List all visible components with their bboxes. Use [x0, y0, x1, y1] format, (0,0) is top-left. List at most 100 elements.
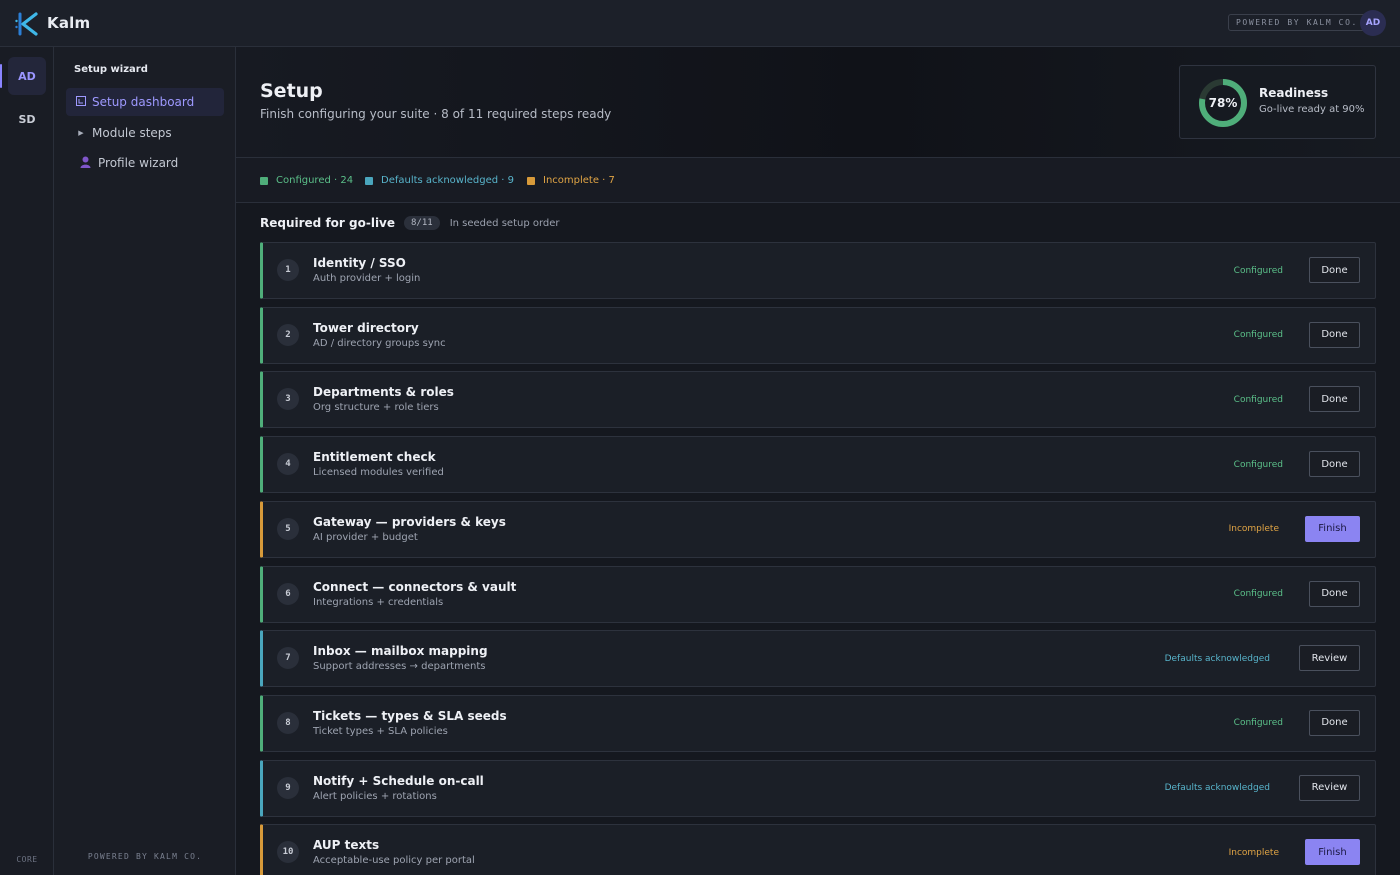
step-subtitle: AI provider + budget — [313, 531, 418, 543]
step-row[interactable]: 9 Notify + Schedule on-call Alert policies… — [260, 759, 1376, 817]
sidebar-item-module-steps[interactable]: ▶ Module steps — [66, 119, 224, 147]
legend-label: Defaults acknowledged · 9 — [381, 175, 515, 186]
step-number: 6 — [277, 582, 299, 605]
step-subtitle: Licensed modules verified — [313, 467, 444, 479]
step-title: Entitlement check — [313, 450, 436, 465]
section-note: In seeded setup order — [449, 217, 560, 229]
step-subtitle: Auth provider + login — [313, 273, 421, 284]
step-subtitle: Alert policies + rotations — [313, 790, 437, 802]
step-finish-button[interactable]: Finish — [1305, 515, 1360, 542]
step-title: Tickets — types & SLA seeds — [313, 708, 507, 723]
step-title: Gateway — providers & keys — [313, 514, 506, 529]
sidebar-item-profile-wizard[interactable]: Profile wizard — [66, 149, 224, 177]
step-row[interactable]: 3 Departments & roles Org structure + role… — [260, 371, 1376, 429]
step-number: 3 — [277, 388, 299, 411]
sidebar: Setup wizard Setup dashboard ▶ Module st… — [54, 47, 236, 875]
step-row[interactable]: 8 Tickets — types & SLA seeds Ticket types… — [260, 694, 1376, 752]
step-done-button[interactable]: Done — [1309, 257, 1360, 283]
legend-defaults: Defaults acknowledged · 9 — [365, 158, 514, 203]
step-status: Configured — [1233, 589, 1283, 599]
top-bar: Kalm POWERED BY KALM CO. AD — [0, 0, 1400, 47]
legend-incomplete: Incomplete · 7 — [527, 158, 615, 203]
legend-swatch — [365, 176, 373, 185]
step-done-button[interactable]: Done — [1309, 451, 1360, 478]
kalm-logo-icon[interactable] — [14, 12, 40, 36]
step-subtitle: Integrations + credentials — [313, 596, 444, 608]
step-row[interactable]: 2 Tower directory AD / directory groups sy… — [260, 306, 1376, 364]
step-subtitle: AD / directory groups sync — [313, 337, 446, 349]
rail-item-sd[interactable]: SD — [8, 100, 46, 138]
step-review-button[interactable]: Review — [1299, 645, 1360, 672]
step-title: Inbox — mailbox mapping — [313, 644, 488, 659]
step-status: Configured — [1233, 330, 1283, 341]
app-rail: AD SD CORE — [0, 47, 54, 875]
step-number: 5 — [277, 517, 299, 540]
readiness-card: 78% Readiness Go-live ready at 90% — [1179, 65, 1376, 139]
user-avatar[interactable]: AD — [1360, 10, 1386, 36]
caret-right-icon: ▶ — [78, 129, 84, 137]
readiness-title: Readiness — [1259, 86, 1329, 100]
step-number: 8 — [277, 711, 299, 734]
rail-item-ad[interactable]: AD — [8, 57, 46, 95]
step-row[interactable]: 10 AUP texts Acceptable-use policy per por… — [260, 824, 1376, 875]
step-title: AUP texts — [313, 838, 380, 853]
sidebar-item-label: Profile wizard — [98, 156, 179, 170]
step-title: Identity / SSO — [313, 256, 406, 270]
section-header: Required for go-live 8/11 In seeded setu… — [260, 216, 560, 230]
step-subtitle: Ticket types + SLA policies — [313, 725, 448, 737]
legend-label: Configured · 24 — [276, 175, 354, 186]
legend-swatch — [527, 176, 535, 185]
step-subtitle: Support addresses → departments — [313, 661, 486, 673]
step-number: 9 — [277, 776, 299, 799]
required-steps-section: Required for go-live 8/11 In seeded setu… — [236, 203, 1400, 875]
step-done-button[interactable]: Done — [1309, 386, 1360, 413]
step-subtitle: Acceptable-use policy per portal — [313, 855, 475, 867]
step-row[interactable]: 7 Inbox — mailbox mapping Support addresse… — [260, 630, 1376, 688]
legend-label: Incomplete · 7 — [543, 175, 615, 186]
sidebar-item-label: Setup dashboard — [92, 95, 195, 109]
user-icon — [76, 156, 94, 171]
step-done-button[interactable]: Done — [1309, 709, 1360, 736]
step-row[interactable]: 5 Gateway — providers & keys AI provider +… — [260, 500, 1376, 558]
page-header: Setup Finish configuring your suite · 8 … — [236, 47, 1400, 158]
status-legend: Configured · 24 Defaults acknowledged · … — [236, 158, 1400, 203]
step-title: Tower directory — [313, 320, 419, 335]
step-number: 10 — [277, 841, 299, 864]
step-status: Configured — [1233, 394, 1283, 405]
step-status: Incomplete — [1228, 847, 1279, 858]
step-title: Connect — connectors & vault — [313, 579, 517, 594]
rail-active-indicator — [0, 64, 2, 88]
page-title: Setup — [260, 80, 323, 102]
step-row[interactable]: 1 Identity / SSO Auth provider + login Conf… — [260, 242, 1376, 299]
step-subtitle: Org structure + role tiers — [313, 402, 439, 414]
rail-footer: CORE — [16, 855, 38, 864]
step-number: 1 — [277, 259, 299, 281]
legend-configured: Configured · 24 — [260, 158, 353, 203]
step-review-button[interactable]: Review — [1299, 774, 1360, 801]
app-brand[interactable]: Kalm — [47, 14, 90, 32]
step-finish-button[interactable]: Finish — [1305, 839, 1360, 866]
step-status: Incomplete — [1228, 524, 1279, 535]
sidebar-item-label: Module steps — [92, 126, 172, 140]
step-row[interactable]: 4 Entitlement check Licensed modules verif… — [260, 436, 1376, 494]
readiness-percent: 78% — [1208, 96, 1238, 110]
dashboard-icon — [72, 95, 90, 109]
step-status: Defaults acknowledged — [1164, 783, 1270, 794]
main-content: Setup Finish configuring your suite · 8 … — [236, 47, 1400, 875]
step-status: Configured — [1233, 459, 1283, 470]
step-done-button[interactable]: Done — [1309, 321, 1360, 348]
step-status: Configured — [1233, 718, 1283, 729]
section-title: Required for go-live — [260, 216, 396, 230]
step-title: Departments & roles — [313, 385, 454, 400]
step-status: Configured — [1233, 265, 1283, 276]
sidebar-item-setup-dashboard[interactable]: Setup dashboard — [66, 88, 224, 116]
section-progress-badge: 8/11 — [404, 216, 440, 230]
step-number: 4 — [277, 453, 299, 476]
step-title: Notify + Schedule on-call — [313, 773, 484, 788]
step-number: 2 — [277, 323, 299, 346]
legend-swatch — [260, 176, 268, 185]
step-row[interactable]: 6 Connect — connectors & vault Integration… — [260, 565, 1376, 623]
step-done-button[interactable]: Done — [1309, 580, 1360, 607]
sidebar-footer: POWERED BY KALM CO. — [87, 852, 203, 861]
step-number: 7 — [277, 647, 299, 670]
